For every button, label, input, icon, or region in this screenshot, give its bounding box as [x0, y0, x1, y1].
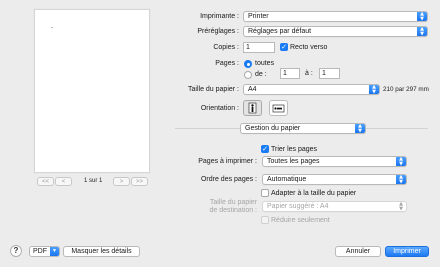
last-page-button[interactable]: >>	[131, 177, 148, 186]
orientation-label: Orientation :	[200, 105, 239, 112]
preview-page-mark: -	[51, 24, 54, 31]
dest-paper-label-line2: de destination :	[209, 207, 257, 214]
next-page-button[interactable]: >	[113, 177, 130, 186]
pages-range-radio[interactable]	[244, 71, 252, 79]
page-preview: -	[34, 9, 150, 173]
pages-from-field[interactable]: 1	[280, 68, 300, 79]
popup-arrows-icon: ▲ ▼	[417, 27, 427, 36]
first-page-button[interactable]: <<	[37, 177, 54, 186]
pages-to-label: à :	[305, 70, 313, 77]
landscape-person-icon	[272, 104, 285, 113]
print-button[interactable]: Imprimer	[385, 246, 429, 257]
chevron-down-icon: ▼	[50, 247, 59, 256]
popup-arrows-icon: ▲ ▼	[417, 12, 427, 21]
pages-to-print-value: Toutes les pages	[267, 158, 320, 165]
paper-size-value: A4	[248, 86, 257, 93]
portrait-orientation-button[interactable]	[243, 100, 262, 116]
duplex-checkbox[interactable]: ✓	[280, 43, 288, 51]
paper-size-popup[interactable]: A4 ▲ ▼	[243, 84, 380, 95]
paper-size-label: Taille du papier :	[188, 86, 239, 93]
popup-arrows-icon: ▲ ▼	[396, 157, 406, 166]
pages-from-label: de :	[255, 71, 267, 78]
page-order-popup[interactable]: Automatique ▲ ▼	[262, 174, 407, 185]
landscape-orientation-button[interactable]	[269, 100, 288, 116]
page-order-label: Ordre des pages :	[200, 176, 257, 183]
dest-paper-value: Papier suggéré : A4	[267, 203, 329, 210]
scale-to-fit-checkbox[interactable]	[261, 189, 269, 197]
popup-arrows-icon: ▲ ▼	[355, 124, 365, 133]
section-popup[interactable]: Gestion du papier ▲ ▼	[240, 123, 366, 134]
copies-label: Copies :	[213, 44, 239, 51]
section-value: Gestion du papier	[245, 125, 301, 132]
cancel-button[interactable]: Annuler	[335, 246, 381, 257]
pages-all-radio[interactable]	[244, 60, 252, 68]
collate-checkbox[interactable]: ✓	[261, 145, 269, 153]
pdf-menu-button[interactable]: PDF ▼	[29, 246, 60, 257]
paper-dimensions: 210 par 297 mm	[383, 86, 429, 93]
page-order-value: Automatique	[267, 176, 307, 183]
page-count: 1 sur 1	[84, 178, 103, 184]
pages-to-field[interactable]: 1	[319, 68, 340, 79]
pages-label: Pages :	[215, 60, 239, 67]
collate-label: Trier les pages	[271, 146, 318, 153]
printer-popup[interactable]: Printer ▲ ▼	[243, 11, 428, 22]
scale-down-only-label: Réduire seulement	[271, 217, 330, 224]
dest-paper-popup[interactable]: Papier suggéré : A4 ▲ ▼	[262, 201, 407, 212]
printer-label: Imprimante :	[200, 13, 239, 20]
hide-details-button[interactable]: Masquer les détails	[63, 246, 140, 257]
presets-label: Préréglages :	[197, 28, 239, 35]
help-button[interactable]: ?	[10, 245, 22, 257]
duplex-label: Recto verso	[290, 44, 328, 51]
pdf-label: PDF	[33, 248, 47, 255]
presets-value: Réglages par défaut	[248, 28, 312, 35]
scale-to-fit-label: Adapter à la taille du papier	[271, 190, 357, 197]
pages-to-print-popup[interactable]: Toutes les pages ▲ ▼	[262, 156, 407, 167]
printer-value: Printer	[248, 13, 269, 20]
pages-all-label: toutes	[255, 60, 275, 67]
portrait-person-icon	[248, 102, 257, 114]
presets-popup[interactable]: Réglages par défaut ▲ ▼	[243, 26, 428, 37]
pages-to-print-label: Pages à imprimer :	[198, 158, 257, 165]
prev-page-button[interactable]: <	[55, 177, 72, 186]
dest-paper-label-line1: Taille du papier	[209, 199, 257, 206]
scale-down-only-checkbox[interactable]	[261, 216, 269, 224]
popup-arrows-icon: ▲ ▼	[399, 201, 403, 212]
dest-paper-label: Taille du papier de destination :	[167, 199, 257, 215]
copies-field[interactable]: 1	[243, 42, 275, 53]
popup-arrows-icon: ▲ ▼	[369, 85, 379, 94]
popup-arrows-icon: ▲ ▼	[396, 175, 406, 184]
